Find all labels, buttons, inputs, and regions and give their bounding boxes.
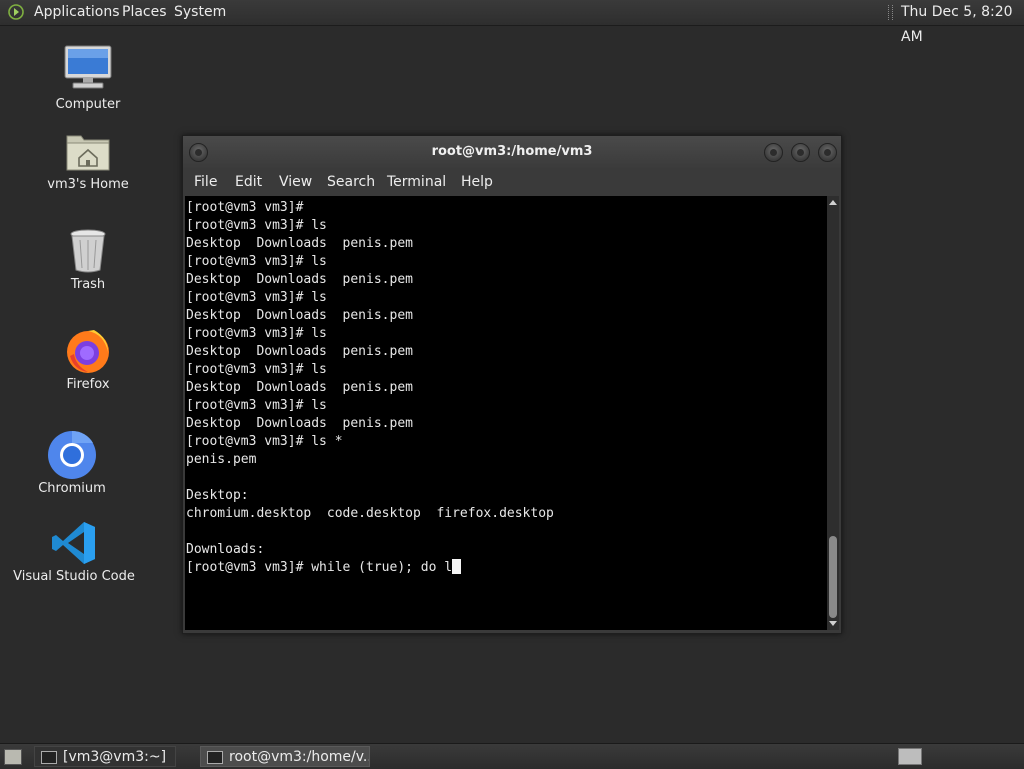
terminal-icon — [41, 751, 57, 764]
scroll-up-arrow-icon[interactable] — [829, 200, 837, 205]
terminal-line: [root@vm3 vm3]# ls — [186, 254, 327, 269]
desktop-icon-label: Visual Studio Code — [13, 569, 135, 584]
terminal-line: Desktop Downloads penis.pem — [186, 380, 413, 395]
desktop-icon-label: vm3's Home — [47, 177, 129, 192]
terminal-menubar: File Edit View Search Terminal Help — [183, 168, 841, 196]
terminal-window[interactable]: root@vm3:/home/vm3 File Edit View Search… — [182, 135, 842, 634]
desktop-icon-label: Chromium — [38, 481, 106, 496]
terminal-output[interactable]: [root@vm3 vm3]# [root@vm3 vm3]# ls Deskt… — [185, 196, 827, 630]
menu-search[interactable]: Search — [327, 168, 375, 196]
terminal-line: Desktop Downloads penis.pem — [186, 236, 413, 251]
chromium-icon — [48, 430, 96, 479]
system-menu[interactable]: System — [174, 0, 226, 25]
minimize-icon[interactable] — [764, 143, 783, 162]
home-folder-icon — [66, 135, 110, 171]
top-panel: Applications Places System Thu Dec 5, 8:… — [0, 0, 1024, 45]
bottom-panel: [vm3@vm3:~] root@vm3:/home/v... — [0, 743, 1024, 769]
menu-edit[interactable]: Edit — [235, 168, 262, 196]
terminal-input-line[interactable]: [root@vm3 vm3]# while (true); do l — [186, 559, 554, 577]
terminal-line: Desktop Downloads penis.pem — [186, 344, 413, 359]
terminal-line: penis.pem — [186, 452, 257, 467]
firefox-icon — [67, 330, 109, 373]
terminal-line: Desktop: — [186, 488, 249, 503]
taskbar-item-label: root@vm3:/home/v... — [229, 749, 370, 765]
show-desktop-icon[interactable] — [4, 749, 22, 765]
terminal-line: Downloads: — [186, 542, 265, 557]
terminal-line: [root@vm3 vm3]# ls — [186, 326, 327, 341]
computer-icon — [64, 45, 112, 89]
panel-separator — [888, 5, 893, 20]
terminal-line: chromium.desktop code.desktop firefox.de… — [186, 506, 554, 521]
window-title: root@vm3:/home/vm3 — [431, 144, 593, 159]
terminal-line: Desktop Downloads penis.pem — [186, 272, 413, 287]
desktop-icon-label: Trash — [70, 277, 106, 292]
desktop-icon-home[interactable]: vm3's Home — [38, 128, 138, 198]
window-titlebar[interactable]: root@vm3:/home/vm3 — [183, 136, 841, 168]
desktop-icon-chromium[interactable]: Chromium — [30, 430, 114, 500]
terminal-line: [root@vm3 vm3]# — [186, 200, 304, 215]
terminal-line: [root@vm3 vm3]# ls — [186, 362, 327, 377]
menu-help[interactable]: Help — [461, 168, 493, 196]
scroll-down-arrow-icon[interactable] — [829, 621, 837, 626]
desktop-icon-vscode[interactable]: Visual Studio Code — [10, 520, 138, 588]
menu-terminal[interactable]: Terminal — [387, 168, 446, 196]
places-menu[interactable]: Places — [122, 0, 167, 25]
terminal-line: [root@vm3 vm3]# ls * — [186, 434, 343, 449]
terminal-line: Desktop Downloads penis.pem — [186, 308, 413, 323]
taskbar-item-root-terminal[interactable]: root@vm3:/home/v... — [200, 746, 370, 767]
taskbar-item-vm3-terminal[interactable]: [vm3@vm3:~] — [34, 746, 176, 767]
desktop-icon-label: Computer — [55, 97, 121, 112]
scrollbar-thumb[interactable] — [829, 536, 837, 618]
terminal-line: [root@vm3 vm3]# ls — [186, 218, 327, 233]
terminal-line: [root@vm3 vm3]# ls — [186, 290, 327, 305]
trash-icon — [70, 229, 106, 273]
applications-menu[interactable]: Applications — [34, 0, 120, 25]
terminal-lines: [root@vm3 vm3]# [root@vm3 vm3]# ls Deskt… — [186, 199, 554, 577]
desktop-icon-computer[interactable]: Computer — [48, 44, 128, 116]
vscode-icon — [52, 522, 95, 564]
terminal-icon — [207, 751, 223, 764]
desktop-icon-firefox[interactable]: Firefox — [48, 326, 128, 396]
text-cursor — [452, 559, 462, 574]
menu-file[interactable]: File — [194, 168, 217, 196]
terminal-line: [root@vm3 vm3]# ls — [186, 398, 327, 413]
close-icon[interactable] — [818, 143, 837, 162]
desktop-icon-label: Firefox — [66, 377, 110, 392]
workspace-switcher[interactable] — [898, 748, 922, 765]
clock[interactable]: Thu Dec 5, 8:20 AM — [901, 0, 1024, 45]
desktop-icon-trash[interactable]: Trash — [48, 228, 128, 298]
menu-view[interactable]: View — [279, 168, 312, 196]
terminal-input-text[interactable]: [root@vm3 vm3]# while (true); do l — [186, 560, 452, 575]
taskbar-item-label: [vm3@vm3:~] — [63, 749, 167, 765]
maximize-icon[interactable] — [791, 143, 810, 162]
terminal-scrollbar[interactable] — [827, 196, 839, 630]
distro-logo-icon[interactable] — [7, 4, 25, 20]
terminal-line: Desktop Downloads penis.pem — [186, 416, 413, 431]
